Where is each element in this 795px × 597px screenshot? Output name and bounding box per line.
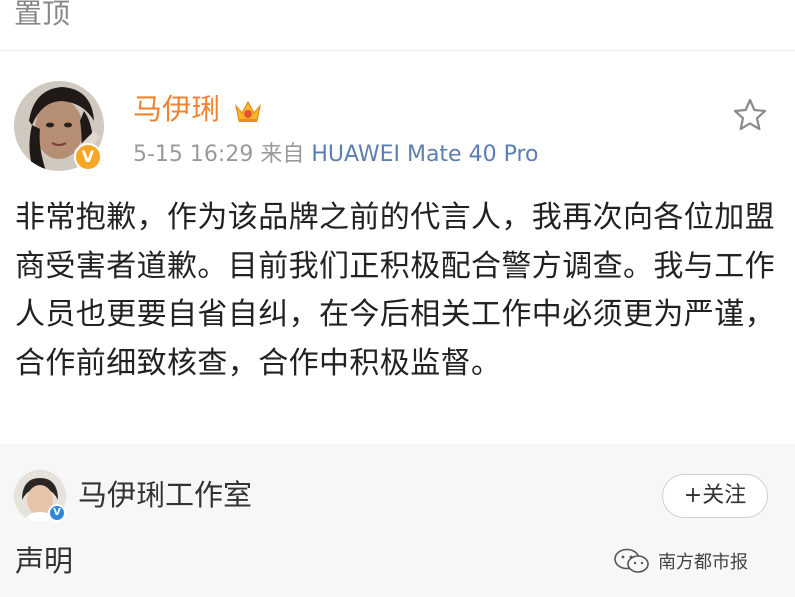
statement-text: 声明: [15, 544, 74, 578]
post-date: 5-15 16:29: [133, 142, 254, 167]
post-meta: 5-15 16:29 来自 HUAWEI Mate 40 Pro: [133, 140, 538, 170]
verified-blue-v-icon: V: [48, 504, 66, 522]
watermark-text: 南方都市报: [658, 552, 748, 573]
from-label: 来自: [260, 142, 305, 167]
retweeted-post[interactable]: V 马伊琍工作室 +关注 声明 南方都市报: [0, 444, 795, 597]
wechat-icon: [614, 548, 649, 573]
pinned-label: 置顶: [14, 0, 71, 30]
top-strip: 置顶: [0, 0, 795, 51]
watermark: 南方都市报: [612, 548, 748, 574]
post-source[interactable]: HUAWEI Mate 40 Pro: [311, 142, 538, 167]
star-outline-icon[interactable]: [732, 97, 768, 133]
studio-name[interactable]: 马伊琍工作室: [78, 475, 252, 515]
post-body: 非常抱歉，作为该品牌之前的代言人，我再次向各位加盟商受害者道歉。目前我们正积极配…: [15, 200, 775, 381]
follow-button[interactable]: +关注: [662, 474, 768, 518]
crown-icon: [234, 100, 262, 122]
author-name[interactable]: 马伊琍: [133, 89, 220, 129]
weibo-post: V 马伊琍 5-15 16:29 来自 HUAWEI Mate 40 Pro 非…: [0, 51, 795, 444]
verified-orange-v-icon: V: [74, 143, 102, 171]
